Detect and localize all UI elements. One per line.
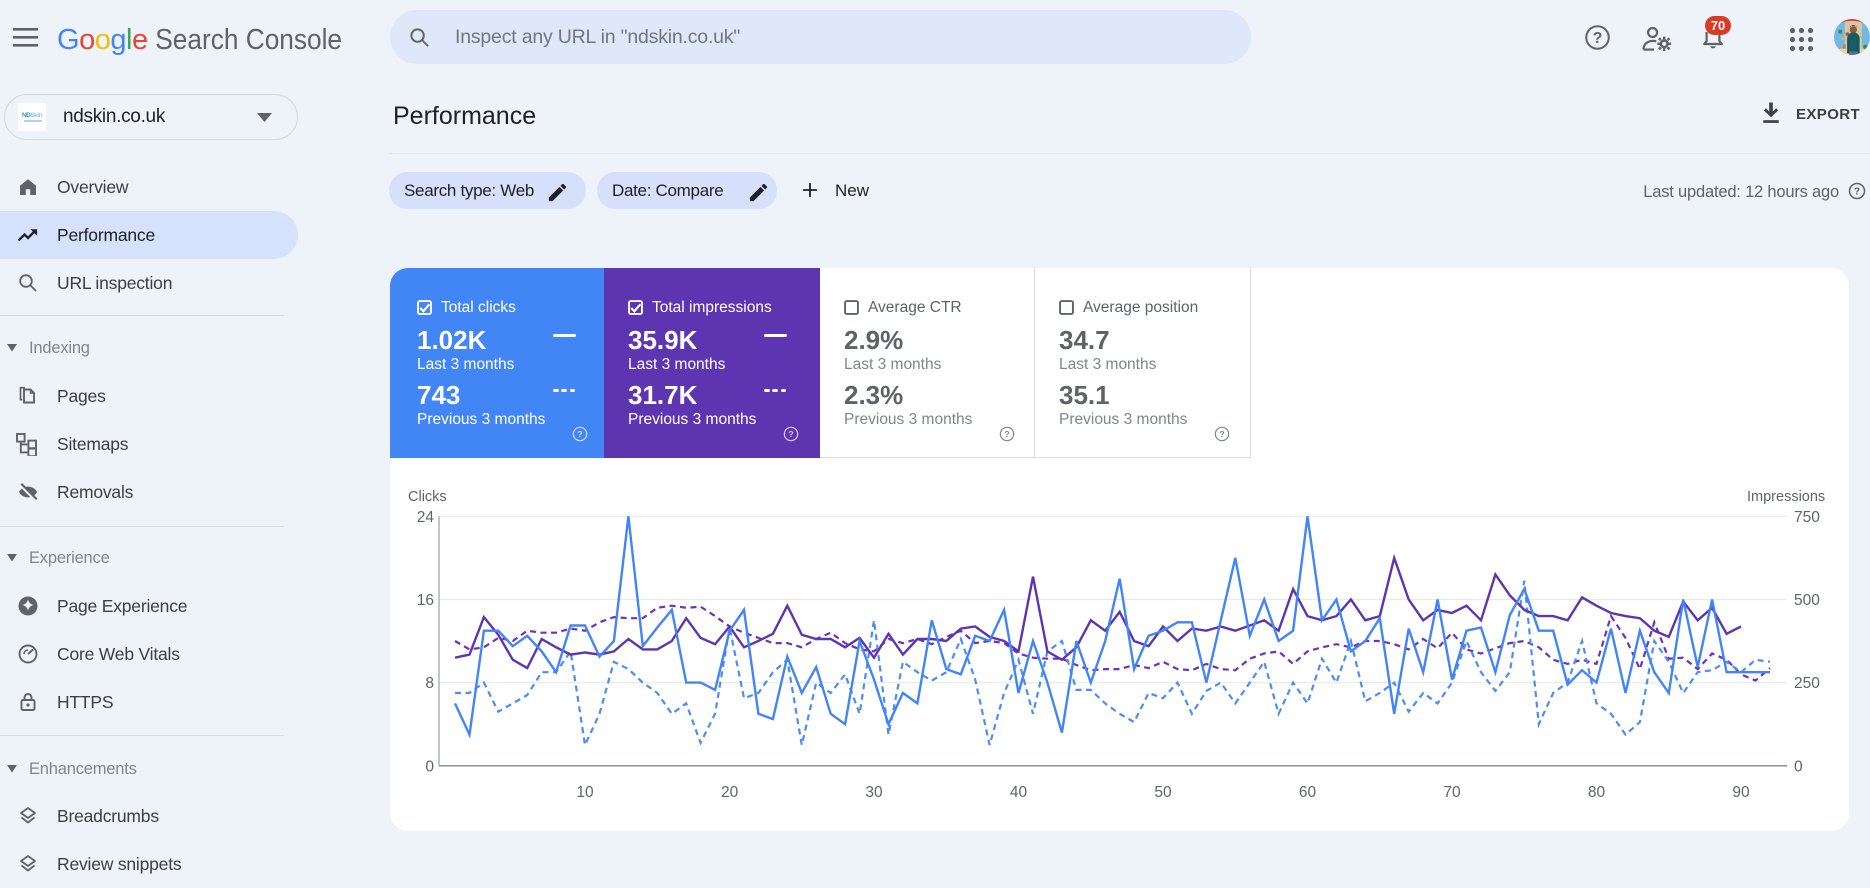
- svg-text:20: 20: [721, 784, 739, 801]
- svg-text:?: ?: [577, 429, 582, 439]
- svg-text:16: 16: [417, 592, 434, 609]
- svg-text:0: 0: [1794, 758, 1803, 775]
- svg-text:?: ?: [1219, 429, 1224, 439]
- svg-text:80: 80: [1588, 784, 1606, 801]
- svg-text:50: 50: [1154, 784, 1172, 801]
- svg-text:10: 10: [576, 784, 594, 801]
- svg-text:500: 500: [1794, 592, 1820, 609]
- svg-text:250: 250: [1794, 675, 1820, 692]
- svg-text:?: ?: [1593, 30, 1603, 47]
- svg-text:30: 30: [865, 784, 883, 801]
- svg-text:Clicks: Clicks: [408, 489, 447, 505]
- svg-text:Impressions: Impressions: [1747, 489, 1825, 505]
- svg-text:90: 90: [1732, 784, 1750, 801]
- svg-text:?: ?: [1854, 186, 1860, 197]
- svg-text:40: 40: [1010, 784, 1028, 801]
- svg-text:?: ?: [1004, 429, 1009, 439]
- svg-text:750: 750: [1794, 509, 1820, 526]
- svg-text:8: 8: [425, 675, 434, 692]
- svg-text:0: 0: [425, 758, 434, 775]
- svg-text:24: 24: [417, 509, 435, 526]
- svg-text:70: 70: [1443, 784, 1461, 801]
- svg-text:?: ?: [788, 429, 793, 439]
- svg-text:60: 60: [1299, 784, 1317, 801]
